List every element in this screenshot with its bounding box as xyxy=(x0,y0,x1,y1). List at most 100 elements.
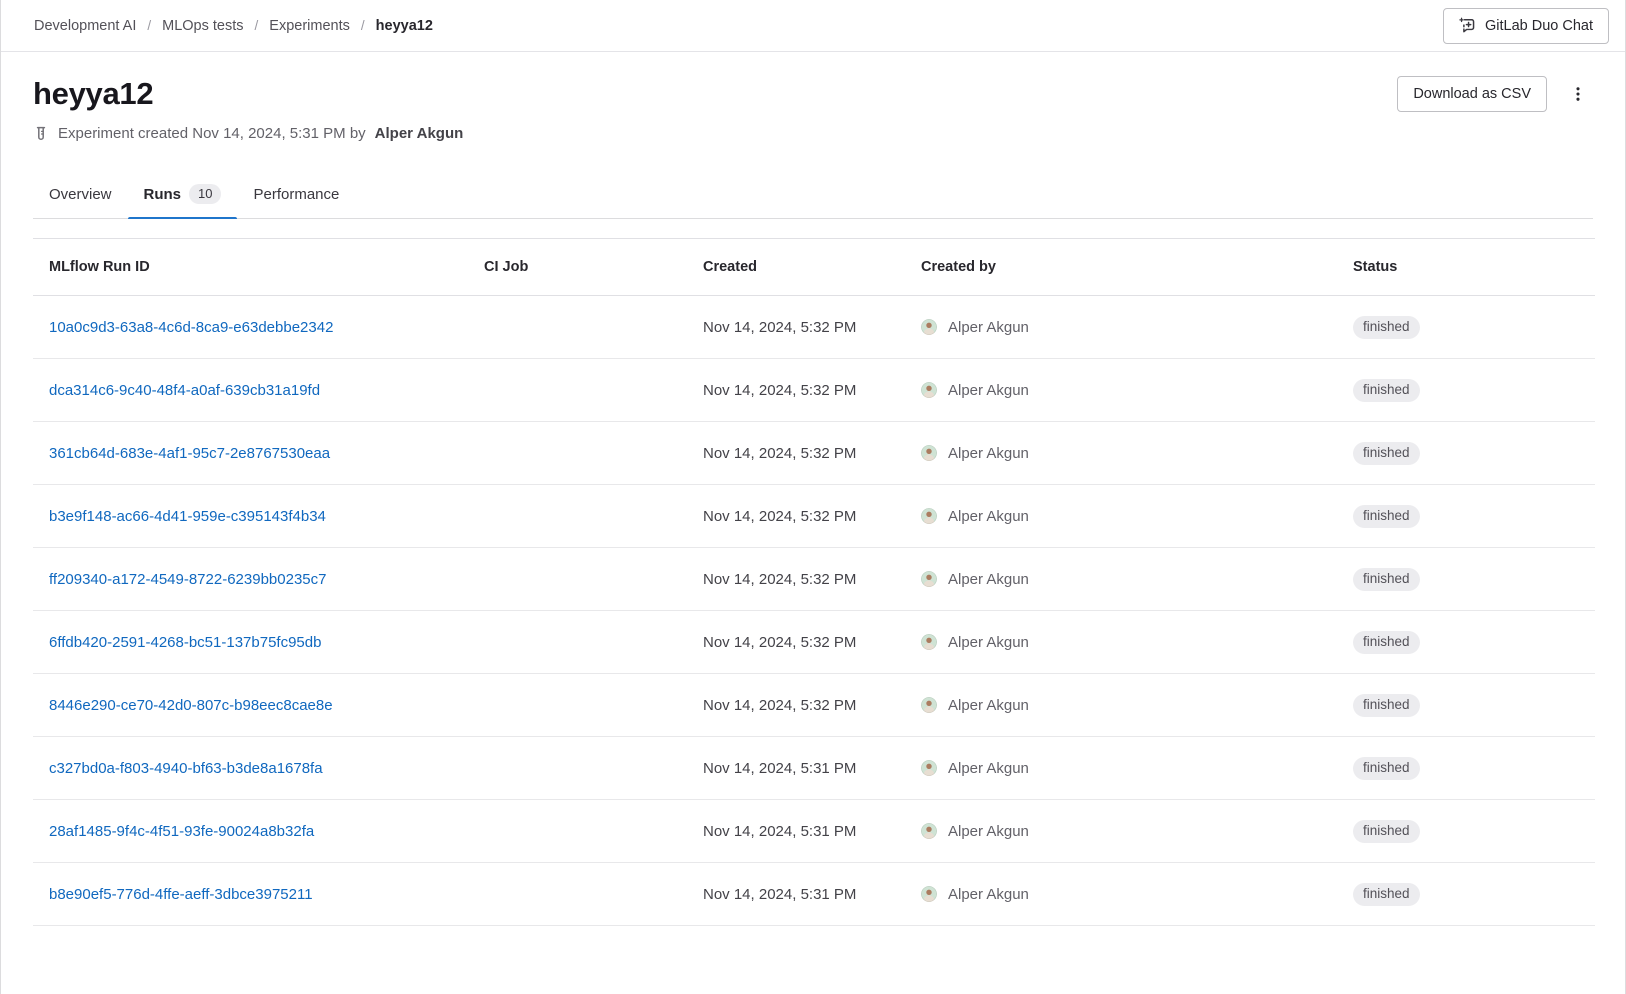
created-cell: Nov 14, 2024, 5:32 PM xyxy=(687,422,905,485)
table-row: b8e90ef5-776d-4ffe-aeff-3dbce3975211Nov … xyxy=(33,863,1595,926)
created-by: Alper Akgun xyxy=(921,823,1321,840)
run-id-cell: 10a0c9d3-63a8-4c6d-8ca9-e63debbe2342 xyxy=(33,296,468,359)
download-csv-button[interactable]: Download as CSV xyxy=(1397,76,1547,112)
created-by-cell: Alper Akgun xyxy=(905,296,1337,359)
created-by-cell: Alper Akgun xyxy=(905,422,1337,485)
duo-chat-icon xyxy=(1459,17,1476,34)
breadcrumb-separator: / xyxy=(361,18,365,33)
avatar xyxy=(921,823,937,839)
table-header: MLflow Run IDCI JobCreatedCreated byStat… xyxy=(33,239,1595,296)
created-cell: Nov 14, 2024, 5:32 PM xyxy=(687,359,905,422)
run-link[interactable]: b8e90ef5-776d-4ffe-aeff-3dbce3975211 xyxy=(49,886,313,903)
status-cell: finished xyxy=(1337,422,1595,485)
tab-count-badge: 10 xyxy=(189,184,221,204)
ci-job-cell xyxy=(468,800,687,863)
created-by-name: Alper Akgun xyxy=(948,886,1029,903)
table-header-row: MLflow Run IDCI JobCreatedCreated byStat… xyxy=(33,239,1595,296)
test-tube-icon xyxy=(33,126,49,142)
run-link[interactable]: 361cb64d-683e-4af1-95c7-2e8767530eaa xyxy=(49,445,330,462)
status-cell: finished xyxy=(1337,548,1595,611)
tabs: OverviewRuns10 Performance xyxy=(33,173,1593,219)
status-badge: finished xyxy=(1353,820,1420,843)
created-by: Alper Akgun xyxy=(921,382,1321,399)
status-cell: finished xyxy=(1337,611,1595,674)
table-row: 10a0c9d3-63a8-4c6d-8ca9-e63debbe2342 Nov … xyxy=(33,296,1595,359)
runs-table: MLflow Run IDCI JobCreatedCreated byStat… xyxy=(33,238,1595,926)
page-title: heyya12 xyxy=(33,76,153,112)
created-by-name: Alper Akgun xyxy=(948,823,1029,840)
breadcrumb-separator: / xyxy=(147,18,151,33)
run-link[interactable]: 28af1485-9f4c-4f51-93fe-90024a8b32fa xyxy=(49,823,314,840)
page: Development AI / MLOps tests / Experiments / h… xyxy=(0,0,1626,994)
column-header-created-by: Created by xyxy=(905,239,1337,296)
tab-label: Performance xyxy=(253,186,339,203)
created-cell: Nov 14, 2024, 5:31 PM xyxy=(687,737,905,800)
status-cell: finished xyxy=(1337,863,1595,926)
created-cell: Nov 14, 2024, 5:32 PM xyxy=(687,485,905,548)
run-link[interactable]: ff209340-a172-4549-8722-6239bb0235c7 xyxy=(49,571,326,588)
avatar xyxy=(921,571,937,587)
run-link[interactable]: c327bd0a-f803-4940-bf63-b3de8a1678fa xyxy=(49,760,323,777)
table-row: dca314c6-9c40-48f4-a0af-639cb31a19fd Nov … xyxy=(33,359,1595,422)
avatar xyxy=(921,697,937,713)
created-by: Alper Akgun xyxy=(921,319,1321,336)
title-actions: Download as CSV xyxy=(1397,76,1593,112)
status-badge: finished xyxy=(1353,631,1420,654)
run-link[interactable]: 8446e290-ce70-42d0-807c-b98eec8cae8e xyxy=(49,697,333,714)
status-badge: finished xyxy=(1353,694,1420,717)
created-by-name: Alper Akgun xyxy=(948,319,1029,336)
created-by-cell: Alper Akgun xyxy=(905,674,1337,737)
status-cell: finished xyxy=(1337,359,1595,422)
avatar xyxy=(921,445,937,461)
breadcrumb-item-mlops-tests[interactable]: MLOps tests xyxy=(162,18,243,34)
created-cell: Nov 14, 2024, 5:32 PM xyxy=(687,548,905,611)
breadcrumb-separator: / xyxy=(255,18,259,33)
created-by-cell: Alper Akgun xyxy=(905,548,1337,611)
run-link[interactable]: 10a0c9d3-63a8-4c6d-8ca9-e63debbe2342 xyxy=(49,319,333,336)
duo-chat-button[interactable]: GitLab Duo Chat xyxy=(1443,8,1609,44)
table-row: 8446e290-ce70-42d0-807c-b98eec8cae8eNov … xyxy=(33,674,1595,737)
more-actions-button[interactable] xyxy=(1563,78,1593,110)
run-id-cell: b8e90ef5-776d-4ffe-aeff-3dbce3975211 xyxy=(33,863,468,926)
duo-chat-label: GitLab Duo Chat xyxy=(1485,18,1593,34)
created-by-cell: Alper Akgun xyxy=(905,359,1337,422)
breadcrumb-item-experiments[interactable]: Experiments xyxy=(269,18,350,34)
created-by-cell: Alper Akgun xyxy=(905,611,1337,674)
run-id-cell: c327bd0a-f803-4940-bf63-b3de8a1678fa xyxy=(33,737,468,800)
avatar xyxy=(921,760,937,776)
run-link[interactable]: 6ffdb420-2591-4268-bc51-137b75fc95db xyxy=(49,634,321,651)
created-by-name: Alper Akgun xyxy=(948,445,1029,462)
run-id-cell: 6ffdb420-2591-4268-bc51-137b75fc95db xyxy=(33,611,468,674)
avatar xyxy=(921,319,937,335)
run-id-cell: dca314c6-9c40-48f4-a0af-639cb31a19fd xyxy=(33,359,468,422)
created-cell: Nov 14, 2024, 5:31 PM xyxy=(687,800,905,863)
table-body: 10a0c9d3-63a8-4c6d-8ca9-e63debbe2342 Nov … xyxy=(33,296,1595,926)
created-cell: Nov 14, 2024, 5:32 PM xyxy=(687,296,905,359)
status-badge: finished xyxy=(1353,379,1420,402)
status-cell: finished xyxy=(1337,674,1595,737)
avatar xyxy=(921,508,937,524)
column-header-ci-job: CI Job xyxy=(468,239,687,296)
ci-job-cell xyxy=(468,611,687,674)
avatar xyxy=(921,634,937,650)
run-link[interactable]: b3e9f148-ac66-4d41-959e-c395143f4b34 xyxy=(49,508,326,525)
created-by-name: Alper Akgun xyxy=(948,382,1029,399)
breadcrumb-bar: Development AI/MLOps tests/Experiments/h… xyxy=(1,0,1625,52)
avatar xyxy=(921,886,937,902)
created-by-cell: Alper Akgun xyxy=(905,485,1337,548)
tab-performance[interactable]: Performance xyxy=(237,173,355,218)
run-link[interactable]: dca314c6-9c40-48f4-a0af-639cb31a19fd xyxy=(49,382,320,399)
ci-job-cell xyxy=(468,548,687,611)
created-by: Alper Akgun xyxy=(921,886,1321,903)
status-badge: finished xyxy=(1353,883,1420,906)
run-id-cell: 8446e290-ce70-42d0-807c-b98eec8cae8e xyxy=(33,674,468,737)
status-badge: finished xyxy=(1353,442,1420,465)
breadcrumb-item-development-ai[interactable]: Development AI xyxy=(34,18,136,34)
status-badge: finished xyxy=(1353,568,1420,591)
status-badge: finished xyxy=(1353,505,1420,528)
ci-job-cell xyxy=(468,359,687,422)
tab-runs[interactable]: Runs10 xyxy=(128,173,238,218)
created-by-name: Alper Akgun xyxy=(948,508,1029,525)
tab-overview[interactable]: Overview xyxy=(33,173,128,218)
table-row: c327bd0a-f803-4940-bf63-b3de8a1678fa Nov … xyxy=(33,737,1595,800)
